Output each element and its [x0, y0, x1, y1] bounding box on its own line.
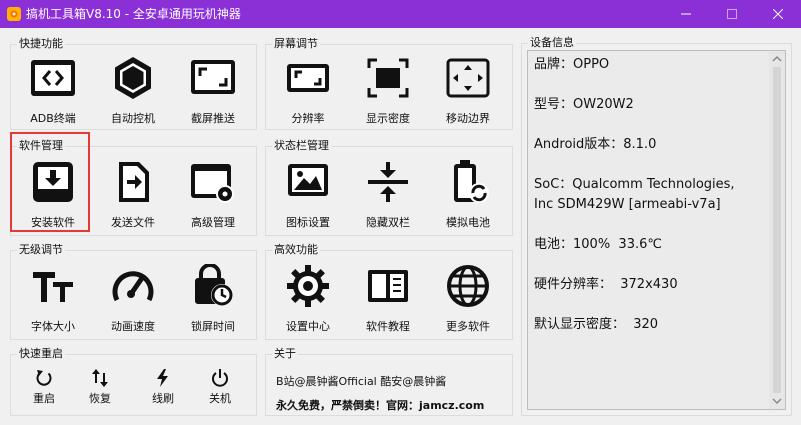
font-size-icon [33, 272, 73, 302]
close-button[interactable] [755, 0, 801, 28]
send-file-button[interactable]: 发送文件 [93, 154, 173, 242]
globe-icon [447, 265, 489, 307]
animation-speed-button[interactable]: 动画速度 [93, 258, 173, 346]
tile-label: ADB终端 [30, 112, 76, 125]
simulate-battery-button[interactable]: 模拟电池 [428, 154, 508, 242]
about-group: 关于 B站@晨钟酱Official 酷安@晨钟酱 永久免费，严禁倒卖！官网：ja… [265, 347, 513, 416]
about-website: 永久免费，严禁倒卖！官网：jamcz.com [276, 399, 485, 412]
screenshot-push-button[interactable]: 截屏推送 [173, 50, 253, 138]
image-icon [288, 164, 328, 196]
advanced-manage-icon [191, 164, 234, 203]
scroll-up-icon[interactable] [772, 54, 782, 64]
close-icon [773, 9, 783, 19]
tile-label: 显示密度 [366, 112, 410, 125]
tile-label: 动画速度 [111, 320, 155, 333]
tile-label: 发送文件 [111, 216, 155, 229]
group-title: 无级调节 [17, 243, 65, 257]
maximize-icon [727, 9, 737, 19]
title-bar: 搞机工具箱V8.10 - 全安卓通用玩机神器 [0, 0, 801, 28]
screenshot-icon [191, 60, 235, 94]
hide-bars-icon [368, 162, 408, 202]
install-icon [33, 162, 73, 202]
tile-label: 图标设置 [286, 216, 330, 229]
speedometer-icon [112, 271, 154, 302]
scrollbar[interactable] [769, 51, 785, 409]
hide-bars-button[interactable]: 隐藏双栏 [348, 154, 428, 242]
tile-label: 安装软件 [31, 216, 75, 229]
device-info-text: 品牌：OPPO 型号：OW20W2 Android版本：8.1.0 SoC：Qu… [534, 57, 735, 332]
window-title: 搞机工具箱V8.10 - 全安卓通用玩机神器 [26, 7, 241, 21]
scroll-thumb[interactable] [773, 67, 781, 393]
tile-label: 分辨率 [291, 112, 325, 125]
group-title: 关于 [272, 347, 298, 361]
tile-label: 锁屏时间 [191, 320, 235, 333]
reboot-button[interactable]: 重启 [14, 366, 74, 412]
tile-label: 移动边界 [446, 112, 490, 125]
resolution-button[interactable]: 分辨率 [268, 50, 348, 138]
recovery-icon [92, 369, 108, 387]
app-icon [7, 7, 21, 21]
gear-icon [287, 265, 329, 307]
group-title: 快捷功能 [17, 37, 65, 51]
minimize-icon [681, 13, 691, 15]
icon-settings-button[interactable]: 图标设置 [268, 154, 348, 242]
flash-icon [157, 369, 168, 387]
more-software-button[interactable]: 更多软件 [428, 258, 508, 346]
power-icon [212, 369, 228, 387]
group-title: 快速重启 [17, 347, 65, 361]
group-title: 状态栏管理 [272, 139, 331, 153]
tile-label: 自动控机 [111, 112, 155, 125]
tile-label: 模拟电池 [446, 216, 490, 229]
group-title: 高效功能 [272, 243, 320, 257]
lock-screen-time-button[interactable]: 锁屏时间 [173, 258, 253, 346]
tile-label: 软件教程 [366, 320, 410, 333]
tile-label: 关机 [209, 392, 231, 405]
auto-control-button[interactable]: 自动控机 [93, 50, 173, 138]
power-off-button[interactable]: 关机 [190, 366, 250, 412]
recovery-button[interactable]: 恢复 [70, 366, 130, 412]
send-file-icon [119, 162, 149, 202]
minimize-button[interactable] [663, 0, 709, 28]
display-density-button[interactable]: 显示密度 [348, 50, 428, 138]
fastboot-flash-button[interactable]: 线刷 [133, 366, 193, 412]
tile-label: 恢复 [89, 392, 111, 405]
group-title: 屏幕调节 [272, 37, 320, 51]
hexagon-icon [115, 57, 151, 99]
lock-clock-icon [195, 264, 233, 306]
resolution-icon [287, 64, 329, 92]
battery-icon [454, 160, 489, 203]
font-size-button[interactable]: 字体大小 [13, 258, 93, 346]
tile-label: 截屏推送 [191, 112, 235, 125]
group-title: 设备信息 [528, 36, 576, 50]
settings-center-button[interactable]: 设置中心 [268, 258, 348, 346]
book-icon [368, 270, 408, 302]
density-icon [367, 58, 409, 98]
move-border-icon [446, 58, 490, 98]
install-software-button[interactable]: 安装软件 [13, 154, 93, 242]
move-border-button[interactable]: 移动边界 [428, 50, 508, 138]
tile-label: 线刷 [152, 392, 174, 405]
tile-label: 高级管理 [191, 216, 235, 229]
adb-terminal-button[interactable]: ADB终端 [13, 50, 93, 138]
restart-icon [36, 370, 52, 386]
tile-label: 字体大小 [31, 320, 75, 333]
tile-label: 更多软件 [446, 320, 490, 333]
maximize-button[interactable] [709, 0, 755, 28]
software-tutorial-button[interactable]: 软件教程 [348, 258, 428, 346]
group-title: 软件管理 [17, 139, 65, 153]
tile-label: 重启 [33, 392, 55, 405]
advanced-manage-button[interactable]: 高级管理 [173, 154, 253, 242]
tile-label: 设置中心 [286, 320, 330, 333]
terminal-icon [31, 60, 75, 96]
device-info-textbox[interactable]: 品牌：OPPO 型号：OW20W2 Android版本：8.1.0 SoC：Qu… [527, 50, 786, 410]
scroll-down-icon[interactable] [772, 396, 782, 406]
tile-label: 隐藏双栏 [366, 216, 410, 229]
about-authors: B站@晨钟酱Official 酷安@晨钟酱 [276, 375, 447, 388]
